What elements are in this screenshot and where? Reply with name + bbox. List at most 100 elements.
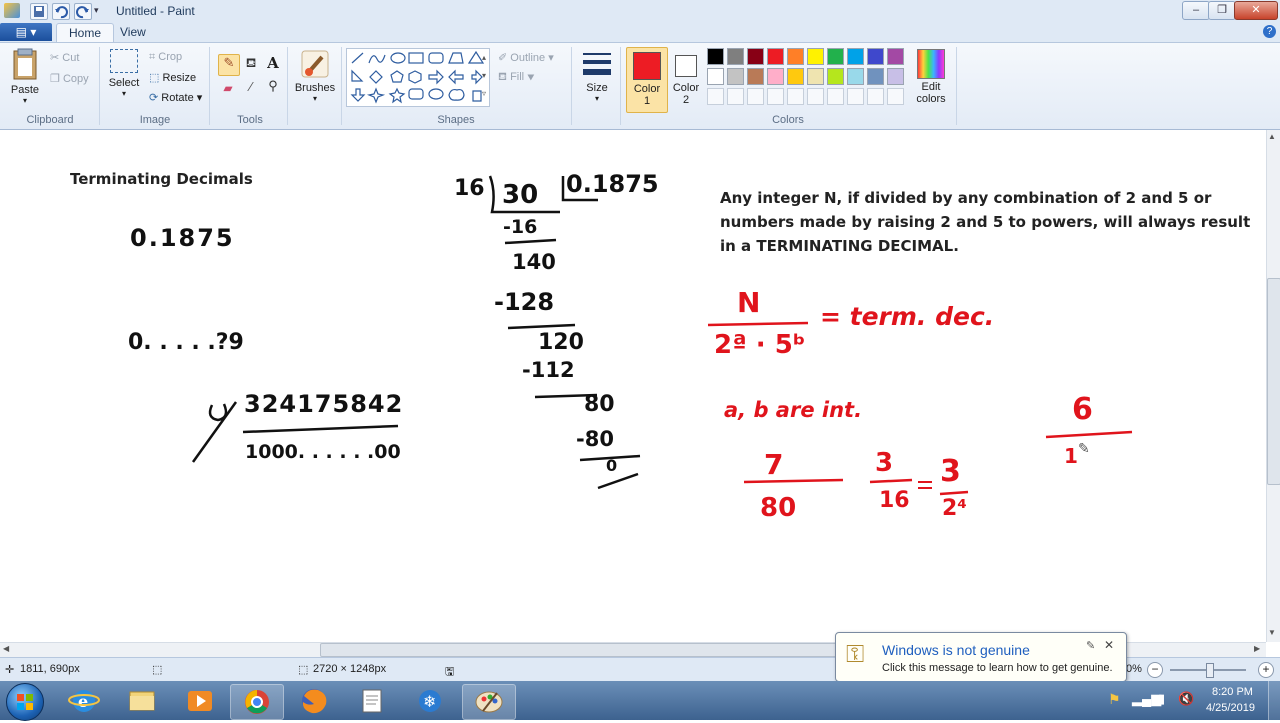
copy-button[interactable]: ❐ Copy	[50, 72, 89, 85]
media-player-icon[interactable]	[174, 684, 226, 718]
edit-colors-button[interactable]: Edit colors	[913, 47, 949, 105]
palette-swatch[interactable]	[747, 68, 764, 85]
palette-swatch[interactable]	[707, 68, 724, 85]
scroll-right-icon[interactable]: ▶	[1254, 644, 1260, 653]
minimize-button[interactable]: –	[1182, 1, 1210, 20]
palette-swatch[interactable]	[867, 48, 884, 65]
palette-swatch[interactable]	[847, 68, 864, 85]
scroll-left-icon[interactable]: ◀	[3, 644, 9, 653]
settings-icon[interactable]: ✎	[1086, 639, 1095, 652]
drawing-canvas[interactable]: Terminating Decimals Any integer N, if d…	[0, 130, 1266, 642]
color2-button[interactable]: Color 2	[668, 47, 704, 111]
close-button[interactable]: ✕	[1234, 1, 1278, 20]
clock-date[interactable]: 4/25/2019	[1206, 702, 1255, 714]
custom-color-slot[interactable]	[707, 88, 724, 105]
palette-swatch[interactable]	[747, 48, 764, 65]
palette-swatch[interactable]	[787, 48, 804, 65]
size-button[interactable]: Size ▾	[578, 49, 616, 103]
brushes-label: Brushes	[294, 82, 336, 94]
palette-swatch[interactable]	[887, 48, 904, 65]
crop-button[interactable]: ⌗ Crop	[149, 51, 182, 64]
tray-flag-icon[interactable]: ⚑	[1108, 691, 1121, 708]
tab-view[interactable]: View	[108, 23, 158, 41]
color-picker-tool[interactable]: ⁄	[241, 79, 261, 97]
vertical-scroll-thumb[interactable]	[1267, 278, 1280, 485]
battery-icon[interactable]: ▮	[1158, 691, 1165, 707]
undo-icon[interactable]	[52, 3, 70, 20]
zoom-out-button[interactable]: −	[1147, 662, 1163, 678]
palette-swatch[interactable]	[727, 68, 744, 85]
resize-button[interactable]: ⬚ Resize	[149, 71, 196, 84]
file-explorer-icon[interactable]	[116, 684, 168, 718]
color1-button[interactable]: Color 1	[626, 47, 668, 113]
fill-button[interactable]: ⛾ Fill ▾	[498, 71, 535, 85]
rotate-icon: ⟳	[149, 92, 159, 104]
palette-swatch[interactable]	[807, 68, 824, 85]
eraser-tool[interactable]: ▰	[219, 81, 237, 95]
outline-button[interactable]: ✐ Outline ▾	[498, 51, 554, 64]
fill-bucket-tool[interactable]: ⛾	[241, 55, 261, 75]
pencil-tool[interactable]: ✎	[218, 54, 240, 76]
palette-swatch[interactable]	[787, 68, 804, 85]
save-icon[interactable]	[30, 3, 48, 20]
palette-swatch[interactable]	[767, 48, 784, 65]
chrome-icon[interactable]	[230, 684, 284, 720]
custom-color-slot[interactable]	[887, 88, 904, 105]
text-tool[interactable]: A	[263, 54, 283, 74]
firefox-icon[interactable]	[288, 684, 340, 718]
notification-close-button[interactable]: ✕	[1104, 638, 1114, 652]
palette-swatch[interactable]	[887, 68, 904, 85]
custom-color-slot[interactable]	[787, 88, 804, 105]
show-desktop-button[interactable]	[1268, 681, 1280, 720]
palette-swatch[interactable]	[807, 48, 824, 65]
genuine-notification[interactable]: ⚿ Windows is not genuine Click this mess…	[835, 632, 1127, 682]
internet-explorer-icon[interactable]: e	[58, 684, 110, 718]
maximize-button[interactable]: ❐	[1208, 1, 1236, 20]
snowflake-app-icon[interactable]: ❄	[404, 684, 456, 718]
resize-label: Resize	[162, 72, 197, 84]
help-icon[interactable]: ?	[1263, 25, 1276, 38]
rotate-button[interactable]: ⟳ Rotate ▾	[149, 91, 202, 104]
magnifier-tool[interactable]: ⚲	[263, 78, 283, 96]
file-menu-button[interactable]: ▤ ▾	[0, 23, 52, 41]
palette-swatch[interactable]	[827, 68, 844, 85]
custom-color-slot[interactable]	[747, 88, 764, 105]
start-button[interactable]	[6, 683, 44, 721]
shapes-gallery[interactable]	[346, 48, 490, 107]
network-icon[interactable]: ▂▄▆	[1132, 691, 1161, 707]
brushes-button[interactable]: Brushes ▾	[292, 49, 338, 103]
paint-icon[interactable]	[462, 684, 516, 720]
palette-swatch[interactable]	[727, 48, 744, 65]
custom-color-slot[interactable]	[767, 88, 784, 105]
select-button[interactable]: Select ▾	[106, 49, 142, 98]
redo-icon[interactable]	[74, 3, 92, 20]
zoom-slider-thumb[interactable]	[1206, 663, 1214, 678]
custom-color-slot[interactable]	[867, 88, 884, 105]
palette-swatch[interactable]	[847, 48, 864, 65]
volume-muted-icon[interactable]: 🔇	[1178, 691, 1194, 707]
custom-color-slot[interactable]	[807, 88, 824, 105]
shapes-icons	[350, 50, 485, 104]
shapes-scroll-icon[interactable]: ▴ ▾ ▿	[482, 49, 486, 103]
scroll-up-icon[interactable]: ▲	[1268, 132, 1276, 141]
clock-time[interactable]: 8:20 PM	[1212, 686, 1253, 698]
custom-color-slot[interactable]	[827, 88, 844, 105]
palette-swatch[interactable]	[767, 68, 784, 85]
paste-button[interactable]: Paste ▾	[8, 47, 42, 107]
quick-access-dropdown-icon[interactable]: ▾	[94, 5, 99, 16]
scroll-down-icon[interactable]: ▼	[1268, 628, 1276, 637]
custom-color-slot[interactable]	[727, 88, 744, 105]
palette-swatch[interactable]	[827, 48, 844, 65]
zoom-in-button[interactable]: +	[1258, 662, 1274, 678]
palette-swatch[interactable]	[867, 68, 884, 85]
tab-home[interactable]: Home	[56, 23, 115, 42]
zoom-level: 0%	[1126, 663, 1142, 675]
custom-color-slot[interactable]	[847, 88, 864, 105]
document-icon[interactable]	[346, 684, 398, 718]
cut-button[interactable]: ✂ Cut	[50, 51, 79, 64]
select-label: Select	[108, 77, 140, 89]
notification-title: Windows is not genuine	[882, 642, 1030, 658]
ribbon-separator	[341, 47, 342, 125]
palette-swatch[interactable]	[707, 48, 724, 65]
paint-app-icon[interactable]	[4, 3, 20, 18]
